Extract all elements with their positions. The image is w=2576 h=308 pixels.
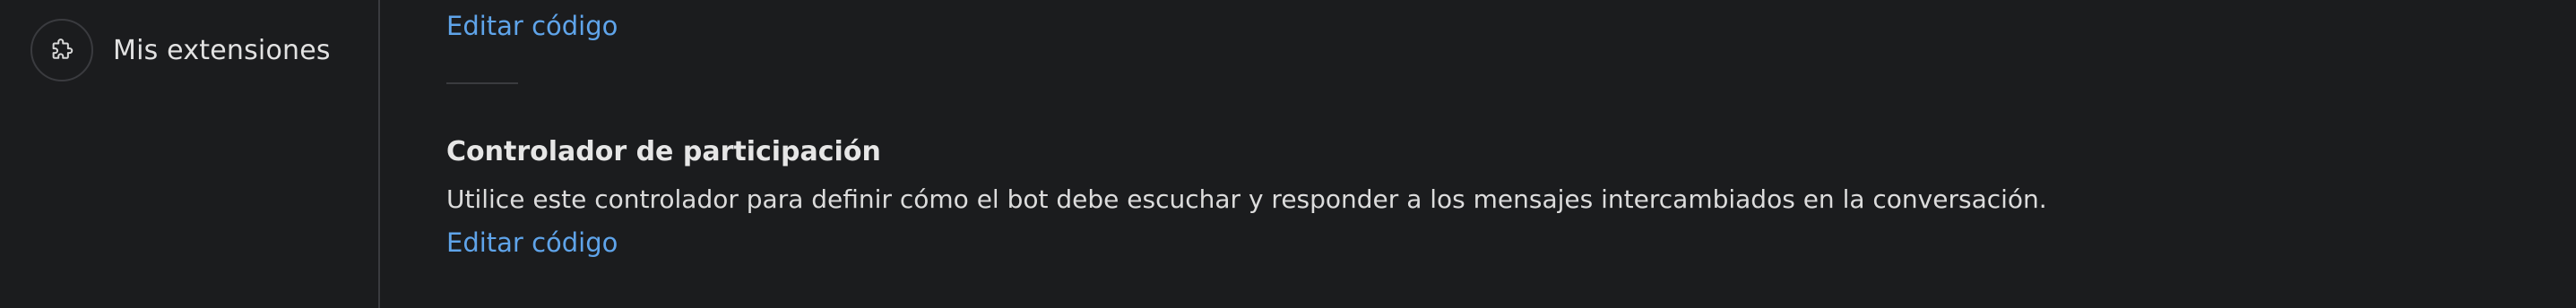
edit-code-link-previous[interactable]: Editar código: [446, 11, 618, 41]
section-divider: [446, 82, 518, 84]
section-title: Controlador de participación: [446, 136, 881, 167]
edit-code-link[interactable]: Editar código: [446, 227, 618, 258]
sidebar: Mis extensiones: [0, 0, 380, 308]
app-window: Mis extensiones Editar código Controlado…: [0, 0, 2576, 308]
puzzle-piece-icon: [30, 19, 93, 81]
sidebar-item-my-extensions[interactable]: Mis extensiones: [30, 16, 331, 84]
section-description: Utilice este controlador para definir có…: [446, 184, 2047, 214]
sidebar-item-label: Mis extensiones: [113, 34, 331, 66]
main-content: Editar código Controlador de participaci…: [446, 0, 2508, 308]
